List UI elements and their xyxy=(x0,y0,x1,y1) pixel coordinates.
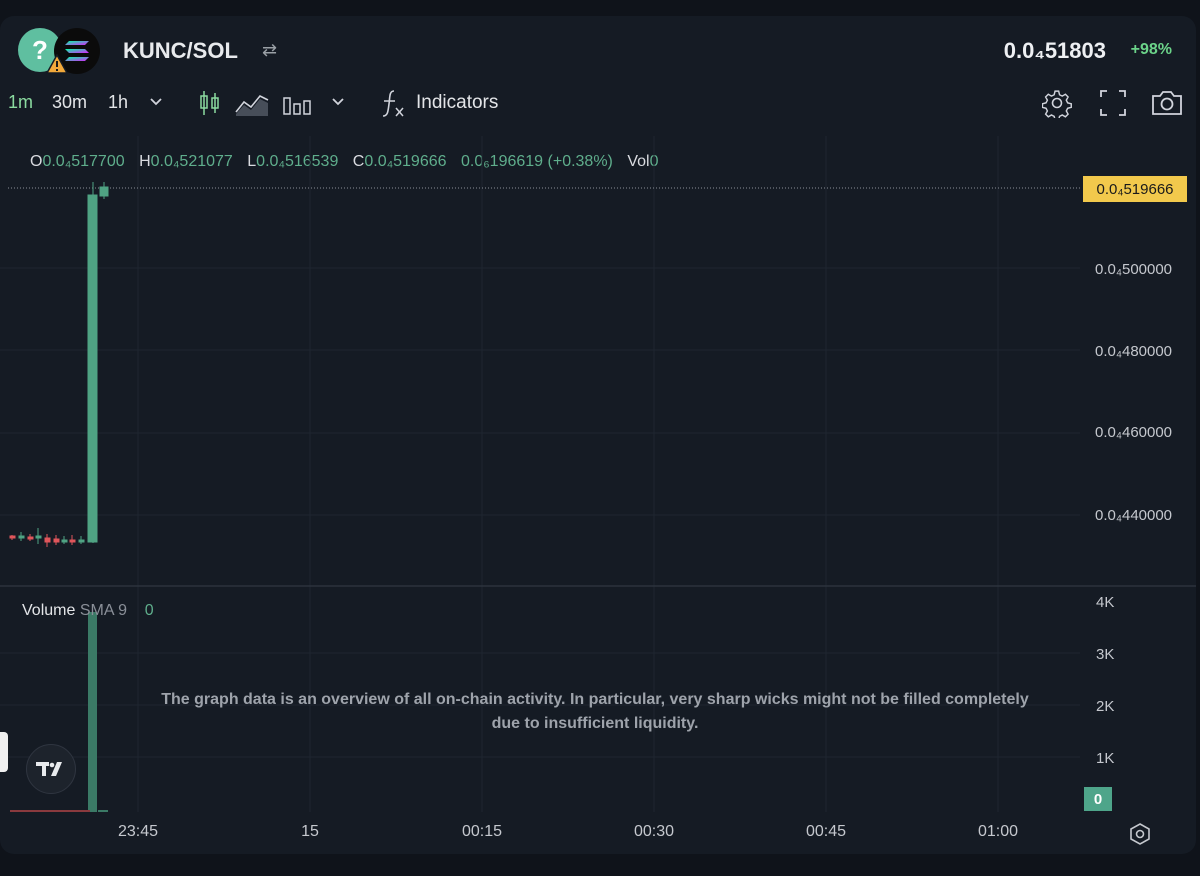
candle xyxy=(78,536,85,544)
volume-bar xyxy=(98,810,108,812)
candle xyxy=(18,532,25,541)
volume-label: Volume xyxy=(22,602,76,619)
candle xyxy=(27,534,34,541)
time-axis-label: 23:45 xyxy=(117,823,159,840)
liquidity-disclaimer: The graph data is an overview of all on-… xyxy=(161,691,1029,732)
time-axis-label: 00:15 xyxy=(461,823,503,840)
sma-label: SMA 9 xyxy=(79,602,127,619)
volume-bar xyxy=(10,810,90,812)
axis-settings-icon[interactable] xyxy=(1128,822,1152,846)
price-axis-label: 0.0₄480000 xyxy=(1095,343,1173,360)
candle xyxy=(44,534,51,547)
volume-bar xyxy=(88,612,97,812)
volume-axis-label: 3K xyxy=(1096,646,1115,663)
volume-current-badge: 0 xyxy=(1084,787,1112,811)
volume-legend: Volume SMA 9 0 xyxy=(22,602,154,620)
candle xyxy=(9,535,16,540)
chart-window: ? KUNC/SOL ⇄ 0.0₄51803 +98% 1m 30m 1h In… xyxy=(0,16,1196,854)
time-axis-label: 00:45 xyxy=(805,823,847,840)
price-axis-label: 0.0₄440000 xyxy=(1095,507,1173,524)
time-axis-label: 15 xyxy=(301,823,319,840)
time-axis-label: 01:00 xyxy=(977,823,1019,840)
price-axis-label: 0.0₄460000 xyxy=(1095,424,1173,441)
volume-axis-label: 2K xyxy=(1096,698,1115,715)
candle xyxy=(35,528,42,544)
candle xyxy=(53,535,60,545)
candles xyxy=(9,182,109,547)
last-price-label: 0.0₄519666 xyxy=(1083,176,1187,202)
candle xyxy=(99,182,109,199)
candle xyxy=(69,535,76,545)
volume-axis-label: 1K xyxy=(1096,750,1115,767)
volume-axis-label: 4K xyxy=(1096,594,1115,611)
price-axis-label: 0.0₄500000 xyxy=(1095,261,1173,278)
candle-spike xyxy=(87,182,98,543)
volume-legend-value: 0 xyxy=(144,602,154,619)
page-footer-strip xyxy=(0,858,1200,876)
candle xyxy=(61,536,68,544)
time-axis-label: 00:30 xyxy=(633,823,675,840)
tradingview-logo-icon[interactable] xyxy=(26,744,76,794)
side-drawer-handle[interactable] xyxy=(0,732,8,772)
